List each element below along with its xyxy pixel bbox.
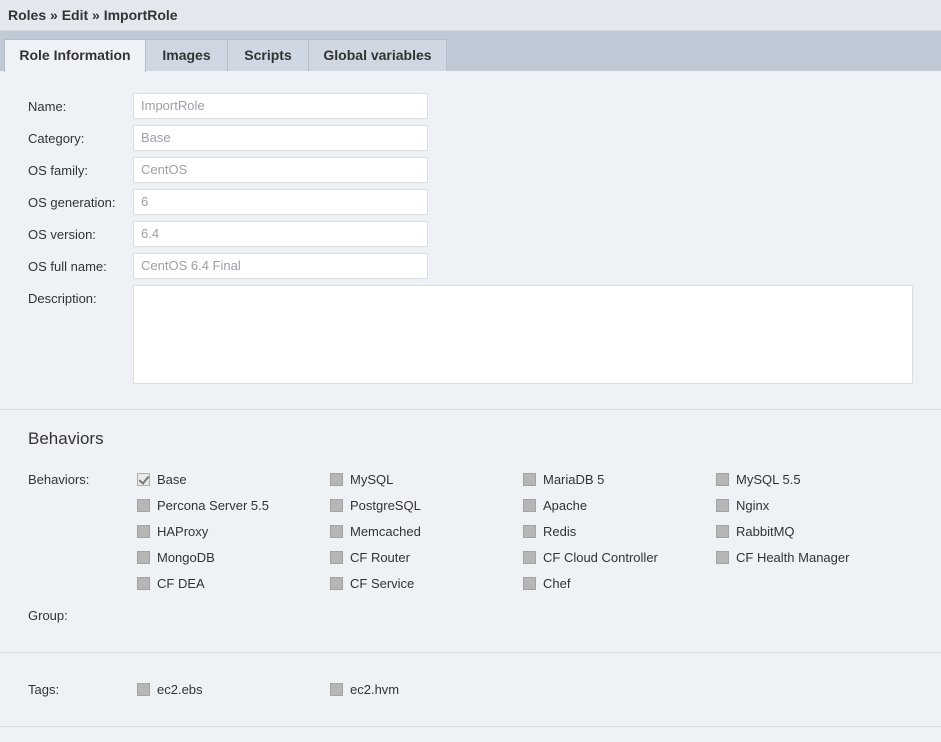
checkbox[interactable] [523,550,536,564]
checkbox-item-cf-router[interactable]: CF Router [330,549,410,565]
checkbox[interactable] [716,472,729,486]
tab-role-information[interactable]: Role Information [4,39,146,72]
description-textarea[interactable] [133,285,913,384]
checkbox-label: CF Router [350,549,410,565]
checkbox[interactable] [137,682,150,696]
checkbox[interactable] [716,550,729,564]
checkbox-item-mysql[interactable]: MySQL [330,471,393,487]
checkbox[interactable] [137,524,150,538]
checkbox-item-mariadb-5[interactable]: MariaDB 5 [523,471,604,487]
tags-label: Tags: [28,682,60,697]
behaviors-title: Behaviors [28,429,104,448]
checkbox[interactable] [137,472,150,486]
checkbox-label: ec2.ebs [157,681,203,697]
os-generation-field[interactable]: 6 [133,189,428,215]
checkbox[interactable] [523,576,536,590]
checkbox-item-cf-dea[interactable]: CF DEA [137,575,205,591]
checkbox-item-memcached[interactable]: Memcached [330,523,421,539]
checkbox-label: Percona Server 5.5 [157,497,270,513]
checkbox-item-cf-service[interactable]: CF Service [330,575,414,591]
os-family-field[interactable]: CentOS [133,157,428,183]
checkbox-item-base[interactable]: Base [137,471,187,487]
os-full-name-label: OS full name: [28,259,107,274]
checkbox-item-postgresql[interactable]: PostgreSQL [330,497,421,513]
checkbox-item-ec2-hvm[interactable]: ec2.hvm [330,681,399,697]
checkbox-label: CF Health Manager [736,549,850,565]
tab-scripts[interactable]: Scripts [227,39,309,71]
behaviors-label: Behaviors: [28,472,90,487]
checkbox-item-mongodb[interactable]: MongoDB [137,549,215,565]
checkbox-label: MongoDB [157,549,215,565]
checkbox[interactable] [716,524,729,538]
checkbox-item-cf-health-manager[interactable]: CF Health Manager [716,549,849,565]
checkbox[interactable] [330,498,343,512]
checkbox-label: CF Service [350,575,415,591]
checkbox-item-apache[interactable]: Apache [523,497,587,513]
breadcrumb: Roles » Edit » ImportRole [8,7,178,23]
checkbox-item-rabbitmq[interactable]: RabbitMQ [716,523,795,539]
checkbox-item-chef[interactable]: Chef [523,575,570,591]
checkbox[interactable] [330,576,343,590]
checkbox-label: ec2.hvm [350,681,400,697]
os-version-field[interactable]: 6.4 [133,221,428,247]
section-divider [0,726,941,727]
checkbox[interactable] [523,524,536,538]
checkbox-item-mysql-5-5[interactable]: MySQL 5.5 [716,471,801,487]
name-label: Name: [28,99,67,114]
checkbox-label: RabbitMQ [736,523,795,539]
os-generation-label: OS generation: [28,195,116,210]
checkbox[interactable] [137,576,150,590]
section-divider [0,652,941,653]
checkbox-item-percona-server-5-5[interactable]: Percona Server 5.5 [137,497,269,513]
checkbox-label: MySQL 5.5 [736,471,801,487]
tab-images[interactable]: Images [145,39,228,71]
checkbox-item-haproxy[interactable]: HAProxy [137,523,208,539]
checkbox[interactable] [330,682,343,696]
checkbox[interactable] [330,550,343,564]
category-label: Category: [28,131,85,146]
checkbox-label: CF DEA [157,575,205,591]
tab-global-variables[interactable]: Global variables [308,39,447,71]
checkbox-label: PostgreSQL [350,497,421,513]
checkbox-label: Redis [543,523,577,539]
checkbox[interactable] [330,472,343,486]
name-field[interactable]: ImportRole [133,93,428,119]
description-label: Description: [28,291,97,306]
checkbox-label: Nginx [736,497,770,513]
checkbox-label: Base [157,471,187,487]
checkbox-label: MySQL [350,471,394,487]
checkbox[interactable] [137,498,150,512]
checkbox-label: CF Cloud Controller [543,549,658,565]
os-family-label: OS family: [28,163,88,178]
checkbox-label: Chef [543,575,571,591]
checkbox-label: Apache [543,497,588,513]
category-field[interactable]: Base [133,125,428,151]
checkbox-item-nginx[interactable]: Nginx [716,497,769,513]
section-divider [0,409,941,410]
checkbox[interactable] [137,550,150,564]
checkbox[interactable] [523,498,536,512]
checkbox[interactable] [330,524,343,538]
os-version-label: OS version: [28,227,96,242]
checkbox-item-ec2-ebs[interactable]: ec2.ebs [137,681,203,697]
checkbox-item-cf-cloud-controller[interactable]: CF Cloud Controller [523,549,658,565]
tab-bar: Role Information Images Scripts Global v… [0,31,941,72]
top-bar: Roles » Edit » ImportRole [0,0,941,31]
os-full-name-field[interactable]: CentOS 6.4 Final [133,253,428,279]
checkbox[interactable] [716,498,729,512]
group-label: Group: [28,608,68,623]
checkbox-label: MariaDB 5 [543,471,605,487]
checkbox-label: HAProxy [157,523,209,539]
checkbox-item-redis[interactable]: Redis [523,523,576,539]
checkbox[interactable] [523,472,536,486]
checkbox-label: Memcached [350,523,421,539]
